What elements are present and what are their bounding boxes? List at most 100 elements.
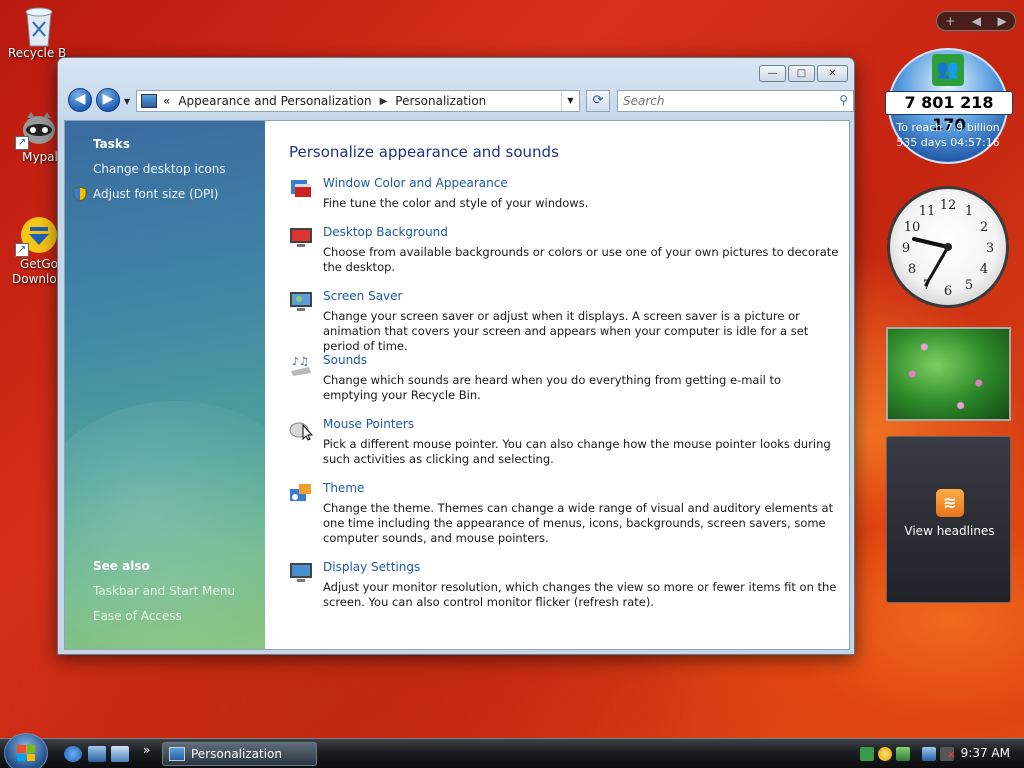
- taskbar-clock[interactable]: 9:37 AM: [961, 746, 1010, 760]
- sidebar-gadget-controls: + ◀ ▶: [936, 11, 1016, 31]
- mouse-pointers-description: Pick a different mouse pointer. You can …: [323, 437, 831, 466]
- minimize-button[interactable]: —: [759, 65, 786, 82]
- main-panel: Personalize appearance and sounds Window…: [265, 121, 849, 649]
- people-icon: 👥: [932, 54, 964, 86]
- network-connection-icon[interactable]: [922, 747, 936, 761]
- start-button[interactable]: [4, 733, 48, 768]
- security-tray-icon[interactable]: [896, 747, 910, 761]
- clock-number: 2: [980, 220, 988, 235]
- theme-icon: [290, 484, 311, 501]
- breadcrumb-appearance[interactable]: Appearance and Personalization: [178, 94, 371, 108]
- desktop-icon-label: Mypal: [22, 150, 58, 164]
- desktop-icon-label: Recycle Bin: [8, 46, 66, 60]
- add-gadget-button[interactable]: +: [945, 14, 955, 28]
- personalization-icon: [169, 747, 185, 761]
- switch-windows-icon[interactable]: [111, 746, 129, 762]
- mypal-icon: ↗: [15, 108, 59, 150]
- feed-headlines-gadget[interactable]: ≋ View headlines: [886, 436, 1011, 603]
- screen-saver-description: Change your screen saver or adjust when …: [323, 309, 809, 353]
- clock-number: 11: [919, 204, 936, 219]
- maximize-button[interactable]: □: [788, 65, 815, 82]
- display-settings-link[interactable]: Display Settings: [323, 560, 420, 574]
- clock-number: 1: [965, 204, 973, 219]
- getgo-download-icon: ↗: [15, 215, 59, 257]
- search-input[interactable]: [618, 91, 828, 111]
- clock-number: 8: [908, 262, 916, 277]
- clock-number: 10: [904, 220, 921, 235]
- see-also-heading: See also: [93, 559, 150, 573]
- close-button[interactable]: ✕: [817, 65, 848, 82]
- network-tray-icon[interactable]: [860, 747, 874, 761]
- back-button[interactable]: ◀: [68, 88, 92, 112]
- task-adjust-font-size[interactable]: Adjust font size (DPI): [93, 187, 218, 201]
- view-headlines-label: View headlines: [904, 524, 995, 538]
- clock-gadget[interactable]: 12 1 2 3 4 5 6 7 8 9 10 11: [887, 186, 1009, 308]
- breadcrumb-personalization[interactable]: Personalization: [395, 94, 486, 108]
- update-tray-icon[interactable]: [878, 747, 892, 761]
- task-pane: Tasks Change desktop icons Adjust font s…: [65, 121, 325, 649]
- desktop-background-icon: [290, 228, 312, 247]
- clock-number: 3: [986, 241, 994, 256]
- rss-feed-icon: ≋: [936, 489, 964, 517]
- recent-pages-chevron-icon[interactable]: ▼: [124, 97, 130, 106]
- display-settings-icon: [290, 563, 312, 582]
- internet-explorer-icon[interactable]: [64, 746, 82, 762]
- personalization-window: — □ ✕ ◀ ▶ ▼ « Appearance and Personaliza…: [57, 57, 855, 655]
- sounds-icon: ♪♫: [291, 355, 311, 376]
- search-icon[interactable]: ⚲: [839, 93, 848, 107]
- clock-number: 6: [944, 284, 952, 299]
- desktop-background-link[interactable]: Desktop Background: [323, 225, 448, 239]
- notification-area: ✕ 9:37 AM: [856, 739, 1024, 768]
- windows-flag-icon: [17, 745, 35, 761]
- quick-launch-more-icon[interactable]: »: [143, 743, 150, 757]
- address-bar[interactable]: « Appearance and Personalization ▶ Perso…: [136, 90, 580, 112]
- clock-number: 12: [940, 198, 957, 213]
- task-change-desktop-icons[interactable]: Change desktop icons: [93, 162, 226, 176]
- search-box: ⚲: [617, 90, 854, 112]
- svg-text:♪♫: ♪♫: [292, 355, 309, 368]
- breadcrumb-overflow[interactable]: «: [163, 94, 170, 108]
- theme-description: Change the theme. Themes can change a wi…: [323, 501, 834, 545]
- screen-saver-icon: [290, 292, 312, 311]
- screen-saver-link[interactable]: Screen Saver: [323, 289, 402, 303]
- window-color-link[interactable]: Window Color and Appearance: [323, 176, 508, 190]
- shortcut-arrow-icon: ↗: [15, 136, 29, 150]
- window-color-description: Fine tune the color and style of your wi…: [323, 196, 589, 210]
- display-settings-description: Adjust your monitor resolution, which ch…: [323, 580, 837, 609]
- clock-number: 4: [980, 262, 988, 277]
- population-countdown: 535 days 04:57:16: [896, 136, 1000, 149]
- mouse-pointers-link[interactable]: Mouse Pointers: [323, 417, 414, 431]
- address-dropdown-icon[interactable]: ▼: [561, 91, 579, 111]
- clock-number: 9: [902, 241, 910, 256]
- sounds-link[interactable]: Sounds: [323, 353, 367, 367]
- control-panel-icon: [141, 94, 157, 108]
- breadcrumb-separator-icon[interactable]: ▶: [380, 96, 388, 107]
- mouse-pointer-icon: [289, 422, 313, 441]
- taskbar: » Personalization ✕ 9:37 AM: [0, 733, 1024, 768]
- window-controls: — □ ✕: [759, 65, 848, 82]
- show-desktop-icon[interactable]: [88, 746, 106, 762]
- recycle-bin-icon: [19, 4, 59, 47]
- previous-gadgets-button[interactable]: ◀: [972, 14, 981, 28]
- forward-button[interactable]: ▶: [96, 88, 120, 112]
- taskbar-button-personalization[interactable]: Personalization: [162, 742, 317, 766]
- volume-muted-icon[interactable]: ✕: [940, 747, 955, 761]
- clock-number: 5: [965, 278, 973, 293]
- slideshow-gadget[interactable]: [886, 327, 1011, 421]
- theme-link[interactable]: Theme: [323, 481, 364, 495]
- taskbar-button-label: Personalization: [191, 747, 282, 761]
- tasks-heading: Tasks: [93, 137, 131, 151]
- desktop-icon-recycle-bin[interactable]: Recycle Bin: [0, 4, 78, 60]
- population-target-text: To reach 7.9 billion: [896, 121, 1000, 134]
- window-color-icon: [291, 180, 311, 197]
- shortcut-arrow-icon: ↗: [15, 243, 29, 257]
- desktop-background-description: Choose from available backgrounds or col…: [323, 245, 839, 274]
- population-counter: 7 801 218 170: [885, 91, 1013, 134]
- refresh-button[interactable]: ⟳: [586, 90, 610, 112]
- sounds-description: Change which sounds are heard when you d…: [323, 373, 782, 402]
- window-content: Tasks Change desktop icons Adjust font s…: [64, 120, 850, 650]
- see-also-ease-of-access[interactable]: Ease of Access: [93, 609, 182, 623]
- next-gadgets-button[interactable]: ▶: [998, 14, 1007, 28]
- see-also-taskbar[interactable]: Taskbar and Start Menu: [93, 584, 235, 598]
- clock-face-icon: 12 1 2 3 4 5 6 7 8 9 10 11: [902, 198, 994, 299]
